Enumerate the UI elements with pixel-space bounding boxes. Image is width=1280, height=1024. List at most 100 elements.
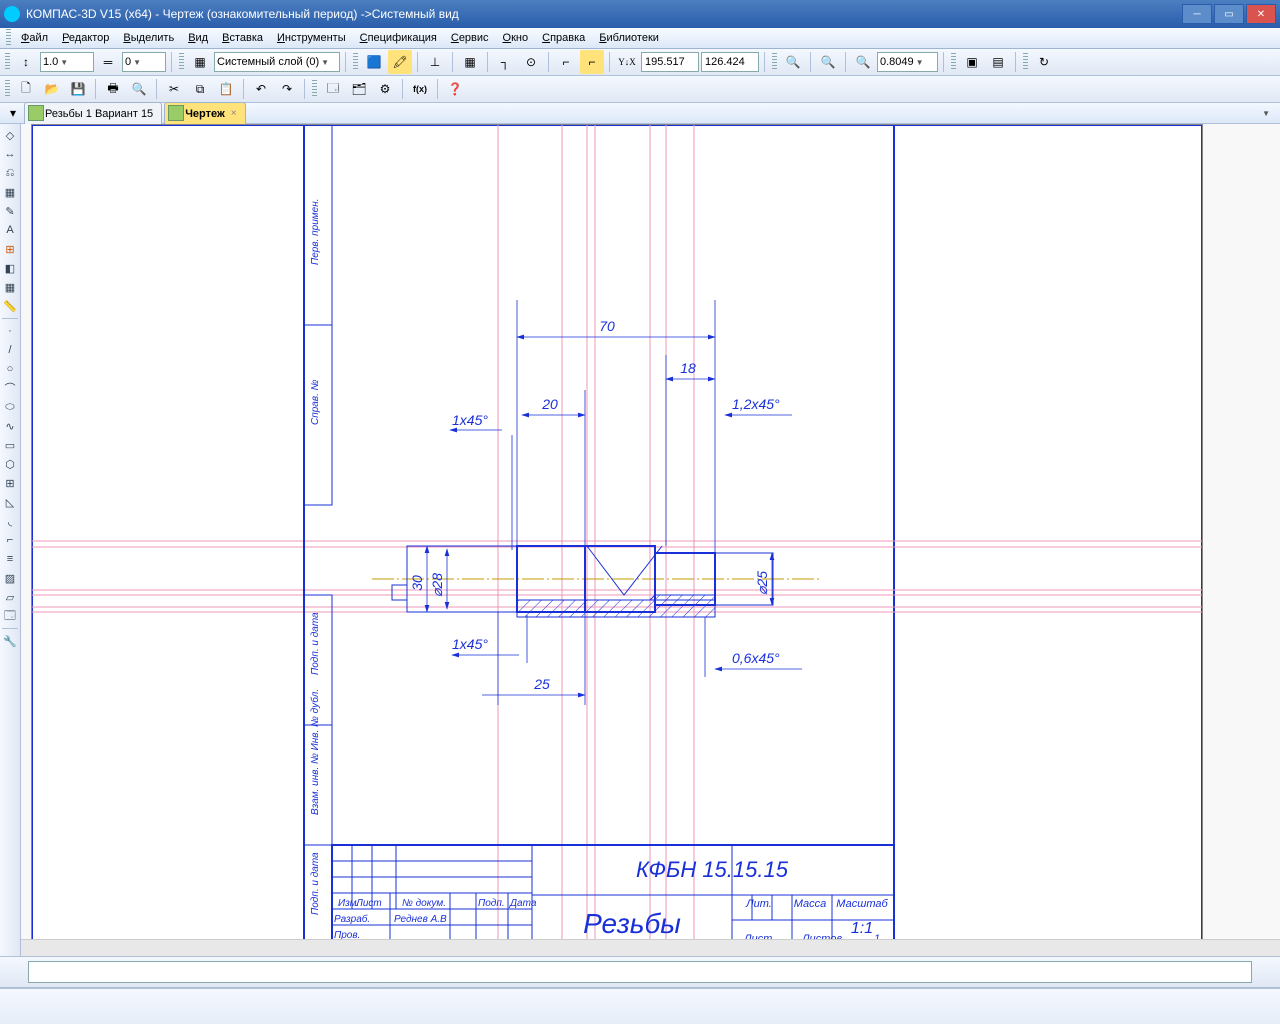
snap-magnet-button[interactable]: ⌐ <box>554 50 578 74</box>
menu-insert[interactable]: Вставка <box>216 30 269 46</box>
tb-dev: Разраб. <box>334 913 370 925</box>
polygon-tool[interactable]: ⬡ <box>1 455 19 473</box>
help-button[interactable]: ❓ <box>443 77 467 101</box>
structure-tool[interactable]: ⊞ <box>1 474 19 492</box>
menu-spec[interactable]: Спецификация <box>354 30 443 46</box>
coord-y-field[interactable]: 126.424 <box>701 52 759 72</box>
fill-tool[interactable]: ▦ <box>1 183 19 201</box>
fillet-tool[interactable]: ◟ <box>1 512 19 530</box>
point-tool[interactable]: · <box>1 322 19 340</box>
sheet-tool[interactable]: ▱ <box>1 588 19 606</box>
tb-scaleh: Масштаб <box>836 898 888 910</box>
vars-button[interactable]: ⚙ <box>373 77 397 101</box>
minimize-button[interactable]: ─ <box>1182 4 1212 24</box>
new-button[interactable]: 🗋 <box>14 77 38 101</box>
round-button[interactable]: ⊙ <box>519 50 543 74</box>
tabs-overflow-button[interactable]: ▼ <box>1256 107 1276 120</box>
layers-button[interactable]: ▦ <box>188 50 212 74</box>
measure-tool[interactable]: 📏 <box>1 297 19 315</box>
close-button[interactable]: ✕ <box>1246 4 1276 24</box>
properties-button[interactable]: 🗔 <box>321 77 345 101</box>
equid-tool[interactable]: ≡ <box>1 550 19 568</box>
cut-button[interactable]: ✂ <box>162 77 186 101</box>
undo-button[interactable]: ↶ <box>249 77 273 101</box>
zoom-out-button[interactable]: 🔍 <box>816 50 840 74</box>
command-input[interactable] <box>28 961 1252 983</box>
spline-tool[interactable]: ∿ <box>1 417 19 435</box>
window-buttons: ─ ▭ ✕ <box>1182 4 1276 24</box>
tab-chertezh[interactable]: Чертеж× <box>164 102 245 125</box>
drawing-svg: Перв. примен. Справ. № Подп. и дата Взам… <box>32 125 1202 945</box>
zoom-combo[interactable]: 0.8049▼ <box>877 52 938 72</box>
insert-tool[interactable]: ◧ <box>1 259 19 277</box>
ellipse-tool[interactable]: ⬭ <box>1 398 19 416</box>
close-tab-icon[interactable]: × <box>231 108 237 119</box>
open-button[interactable]: 📂 <box>40 77 64 101</box>
misc-tool[interactable]: 🔧 <box>1 632 19 650</box>
snap-90-button[interactable]: ┐ <box>493 50 517 74</box>
refresh-button[interactable]: ↻ <box>1032 50 1056 74</box>
layer-combo[interactable]: Системный слой (0)▼ <box>214 52 340 72</box>
menu-select[interactable]: Выделить <box>117 30 180 46</box>
menu-tools[interactable]: Инструменты <box>271 30 352 46</box>
circle-tool[interactable]: ○ <box>1 360 19 378</box>
rect-tool[interactable]: ▭ <box>1 436 19 454</box>
line-tool[interactable]: / <box>1 341 19 359</box>
menu-file[interactable]: Файл <box>15 30 54 46</box>
menu-window[interactable]: Окно <box>497 30 535 46</box>
hatch-tool[interactable]: ▨ <box>1 569 19 587</box>
zoom-window-button[interactable]: 🔍 <box>851 50 875 74</box>
style-combo[interactable]: 0▼ <box>122 52 166 72</box>
drawing-paper: Перв. примен. Справ. № Подп. и дата Взам… <box>31 124 1203 946</box>
save-button[interactable]: 💾 <box>66 77 90 101</box>
params-tool[interactable]: ▦ <box>1 278 19 296</box>
view-button[interactable]: ▤ <box>986 50 1010 74</box>
fx-button[interactable]: f(x) <box>408 77 432 101</box>
copy-button[interactable]: ⧉ <box>188 77 212 101</box>
left-toolbar: ◇ ↔ ⎌ ▦ ✎ A ⊞ ◧ ▦ 📏 · / ○ ⌒ ⬭ ∿ ▭ ⬡ ⊞ ◺ … <box>0 124 21 956</box>
scrollbar-h[interactable] <box>21 939 1280 956</box>
symbol-tool[interactable]: ⎌ <box>1 164 19 182</box>
preview-button[interactable]: 🔍 <box>127 77 151 101</box>
redo-button[interactable]: ↷ <box>275 77 299 101</box>
side-label: Подп. и дата <box>310 852 321 915</box>
dim-18: 18 <box>680 360 696 376</box>
maximize-button[interactable]: ▭ <box>1214 4 1244 24</box>
highlight-button[interactable]: 🖍 <box>388 50 412 74</box>
tab-list-button[interactable]: ▾ <box>4 101 22 125</box>
ortho-button[interactable]: ⊥ <box>423 50 447 74</box>
print-button[interactable]: 🖶 <box>101 77 125 101</box>
linestyle-button[interactable]: ↕ <box>14 50 38 74</box>
drawing-canvas[interactable]: Перв. примен. Справ. № Подп. и дата Взам… <box>21 124 1280 956</box>
dim-cham1: 1,2x45° <box>732 396 780 412</box>
zoom-in-button[interactable]: 🔍 <box>781 50 805 74</box>
table-tool[interactable]: ⊞ <box>1 240 19 258</box>
tb-code: КФБН 15.15.15 <box>636 857 789 882</box>
drawing-icon <box>168 105 184 121</box>
menu-libraries[interactable]: Библиотеки <box>593 30 665 46</box>
visibility-button[interactable]: 🟦 <box>362 50 386 74</box>
edit-tool[interactable]: ✎ <box>1 202 19 220</box>
trim-tool[interactable]: ⌐ <box>1 531 19 549</box>
coord-x-field[interactable]: 195.517 <box>641 52 699 72</box>
show-all-button[interactable]: ▣ <box>960 50 984 74</box>
arc-tool[interactable]: ⌒ <box>1 379 19 397</box>
manager-button[interactable]: 🗂 <box>347 77 371 101</box>
linetype-button[interactable]: ═ <box>96 50 120 74</box>
paste-button[interactable]: 📋 <box>214 77 238 101</box>
grip-icon <box>5 53 10 71</box>
colormap-tool[interactable]: 🗔 <box>1 607 19 625</box>
tab-rezby1[interactable]: Резьбы 1 Вариант 15 <box>24 102 162 125</box>
chamfer-tool[interactable]: ◺ <box>1 493 19 511</box>
snap-toggle-button[interactable]: ⌐ <box>580 50 604 74</box>
menu-help[interactable]: Справка <box>536 30 591 46</box>
menu-editor[interactable]: Редактор <box>56 30 115 46</box>
geometry-tool[interactable]: ◇ <box>1 126 19 144</box>
menu-view[interactable]: Вид <box>182 30 214 46</box>
menu-service[interactable]: Сервис <box>445 30 495 46</box>
grid-button[interactable]: ▦ <box>458 50 482 74</box>
dimension-tool[interactable]: ↔ <box>1 145 19 163</box>
text-tool[interactable]: A <box>1 221 19 239</box>
linewidth-combo[interactable]: 1.0▼ <box>40 52 94 72</box>
tb-ndoc: № докум. <box>402 898 446 909</box>
